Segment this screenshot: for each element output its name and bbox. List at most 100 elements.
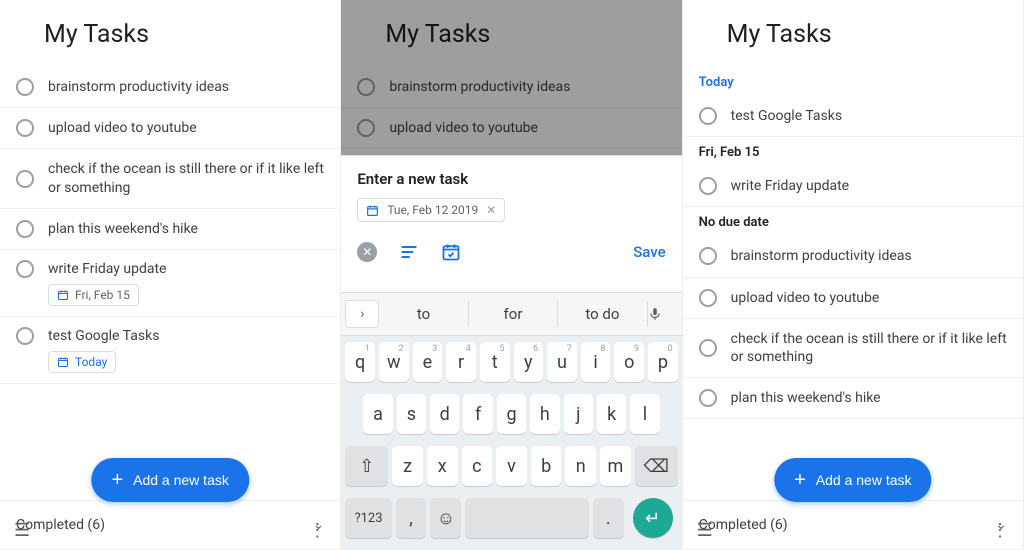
add-task-label: Add a new task	[816, 472, 912, 488]
task-row[interactable]: write Friday update	[683, 166, 1023, 207]
due-date-chip[interactable]: Today	[48, 351, 116, 373]
task-radio[interactable]	[699, 339, 717, 357]
key-z[interactable]: z	[392, 446, 423, 486]
bottom-bar: ☰ ⋮	[0, 510, 340, 550]
task-text: write Friday update	[48, 260, 324, 278]
key-period[interactable]: .	[593, 498, 624, 538]
key-r[interactable]: r4	[446, 342, 476, 382]
scrim-overlay[interactable]	[341, 0, 681, 155]
key-c[interactable]: c	[462, 446, 493, 486]
task-radio[interactable]	[16, 327, 34, 345]
task-radio[interactable]	[16, 260, 34, 278]
task-row[interactable]: plan this weekend's hike	[683, 378, 1023, 419]
add-task-button[interactable]: + Add a new task	[91, 458, 248, 502]
task-radio[interactable]	[16, 119, 34, 137]
key-v[interactable]: v	[496, 446, 527, 486]
plus-icon: +	[794, 470, 806, 490]
task-row[interactable]: plan this weekend's hike	[0, 209, 340, 250]
key-comma[interactable]: ,	[396, 498, 427, 538]
task-text: test Google Tasks	[731, 107, 842, 125]
task-row[interactable]: check if the ocean is still there or if …	[683, 319, 1023, 378]
task-row[interactable]: brainstorm productivity ideas	[0, 67, 340, 108]
key-m[interactable]: m	[600, 446, 631, 486]
details-icon[interactable]	[399, 242, 419, 262]
key-backspace[interactable]: ⌫	[635, 446, 678, 486]
task-text: write Friday update	[731, 177, 849, 195]
key-e[interactable]: e3	[413, 342, 443, 382]
task-row[interactable]: check if the ocean is still there or if …	[0, 149, 340, 208]
task-text: plan this weekend's hike	[731, 389, 881, 407]
task-radio[interactable]	[699, 389, 717, 407]
suggestion[interactable]: for	[469, 301, 558, 327]
suggestion[interactable]: to do	[558, 301, 647, 327]
task-row[interactable]: upload video to youtube	[683, 278, 1023, 319]
key-n[interactable]: n	[565, 446, 596, 486]
close-icon[interactable]: ✕	[486, 203, 496, 217]
task-radio[interactable]	[16, 170, 34, 188]
key-j[interactable]: j	[564, 394, 593, 434]
due-date-chip[interactable]: Tue, Feb 12 2019 ✕	[357, 198, 505, 222]
due-date-text: Fri, Feb 15	[75, 288, 130, 302]
key-i[interactable]: i8	[581, 342, 611, 382]
menu-icon[interactable]: ☰	[14, 520, 30, 541]
task-row[interactable]: brainstorm productivity ideas	[683, 236, 1023, 277]
add-task-button[interactable]: + Add a new task	[774, 458, 931, 502]
suggestion[interactable]: to	[379, 301, 468, 327]
key-p[interactable]: p0	[648, 342, 678, 382]
task-row[interactable]: write Friday update Fri, Feb 15	[0, 250, 340, 317]
task-radio[interactable]	[699, 107, 717, 125]
key-shift[interactable]: ⇧	[345, 446, 388, 486]
key-d[interactable]: d	[430, 394, 459, 434]
pane-basic-list: My Tasks brainstorm productivity ideasup…	[0, 0, 341, 550]
task-radio[interactable]	[16, 78, 34, 96]
key-b[interactable]: b	[531, 446, 562, 486]
key-f[interactable]: f	[463, 394, 492, 434]
task-row[interactable]: upload video to youtube	[0, 108, 340, 149]
task-row[interactable]: test Google Tasks	[683, 96, 1023, 137]
calendar-icon	[57, 356, 69, 368]
section-header: Today	[683, 67, 1023, 96]
task-radio[interactable]	[699, 247, 717, 265]
more-icon[interactable]: ⋮	[991, 520, 1009, 541]
dismiss-button[interactable]: ✕	[357, 242, 377, 262]
key-g[interactable]: g	[497, 394, 526, 434]
key-h[interactable]: h	[530, 394, 559, 434]
key-l[interactable]: l	[630, 394, 659, 434]
key-a[interactable]: a	[363, 394, 392, 434]
key-emoji[interactable]: ☺	[430, 498, 461, 538]
task-row[interactable]: test Google TasksToday	[0, 317, 340, 384]
new-task-bottom-sheet: Enter a new task Tue, Feb 12 2019 ✕ ✕ Sa	[341, 155, 681, 292]
due-date-chip[interactable]: Fri, Feb 15	[48, 284, 139, 306]
suggestion-bar: › to for to do	[341, 292, 681, 336]
key-x[interactable]: x	[427, 446, 458, 486]
key-w[interactable]: w2	[379, 342, 409, 382]
task-radio[interactable]	[699, 177, 717, 195]
pane-new-task-sheet: My Tasks brainstorm productivity ideasup…	[341, 0, 682, 550]
new-task-input[interactable]: Enter a new task	[341, 156, 681, 194]
task-radio[interactable]	[16, 220, 34, 238]
menu-icon[interactable]: ☰	[697, 520, 713, 541]
calendar-check-icon[interactable]	[441, 242, 461, 262]
key-t[interactable]: t5	[480, 342, 510, 382]
save-button[interactable]: Save	[633, 243, 665, 261]
key-u[interactable]: u7	[547, 342, 577, 382]
key-symbols[interactable]: ?123	[345, 498, 391, 538]
section-header: Fri, Feb 15	[683, 137, 1023, 166]
key-o[interactable]: o9	[614, 342, 644, 382]
mic-icon[interactable]	[648, 305, 682, 323]
more-icon[interactable]: ⋮	[308, 520, 326, 541]
key-space[interactable]	[465, 498, 588, 538]
plus-icon: +	[111, 470, 123, 490]
add-task-label: Add a new task	[133, 472, 229, 488]
task-radio[interactable]	[699, 289, 717, 307]
task-text: brainstorm productivity ideas	[731, 247, 912, 265]
key-k[interactable]: k	[597, 394, 626, 434]
key-enter[interactable]: ↵	[633, 498, 673, 538]
page-title: My Tasks	[0, 0, 340, 67]
key-y[interactable]: y6	[514, 342, 544, 382]
key-s[interactable]: s	[397, 394, 426, 434]
task-text: check if the ocean is still there or if …	[48, 160, 324, 196]
key-q[interactable]: q1	[345, 342, 375, 382]
expand-suggestions-icon[interactable]: ›	[345, 300, 379, 328]
page-title: My Tasks	[683, 0, 1023, 67]
